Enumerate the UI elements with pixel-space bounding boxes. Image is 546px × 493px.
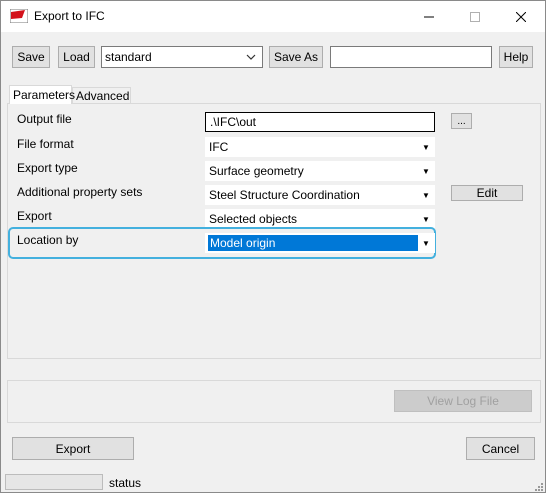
export-value: Selected objects bbox=[209, 212, 298, 226]
progress-bar bbox=[5, 474, 103, 490]
output-file-label: Output file bbox=[17, 112, 72, 126]
save-button[interactable]: Save bbox=[12, 46, 50, 68]
export-type-value: Surface geometry bbox=[209, 164, 304, 178]
view-log-button[interactable]: View Log File bbox=[394, 390, 532, 412]
preset-value: standard bbox=[105, 50, 152, 64]
chevron-down-icon bbox=[246, 54, 256, 60]
help-button[interactable]: Help bbox=[499, 46, 533, 68]
location-label: Location by bbox=[17, 233, 79, 247]
output-file-input[interactable]: .\IFC\out bbox=[205, 112, 435, 132]
close-button[interactable] bbox=[498, 1, 544, 32]
file-format-value: IFC bbox=[209, 140, 229, 154]
file-format-label: File format bbox=[17, 137, 74, 151]
minimize-icon bbox=[424, 16, 434, 17]
edit-button[interactable]: Edit bbox=[451, 185, 523, 201]
window-title: Export to IFC bbox=[34, 9, 105, 23]
dropdown-arrow-icon: ▼ bbox=[422, 142, 430, 152]
status-text: status bbox=[109, 476, 142, 490]
save-as-button[interactable]: Save As bbox=[269, 46, 323, 68]
property-sets-select[interactable]: Steel Structure Coordination ▼ bbox=[205, 185, 435, 205]
dropdown-arrow-icon: ▼ bbox=[422, 166, 430, 176]
close-icon bbox=[516, 11, 526, 22]
dropdown-arrow-icon: ▼ bbox=[422, 190, 430, 200]
dropdown-arrow-icon: ▼ bbox=[422, 214, 430, 224]
dropdown-arrow-icon: ▼ bbox=[422, 238, 430, 248]
export-type-label: Export type bbox=[17, 161, 78, 175]
cancel-button[interactable]: Cancel bbox=[466, 437, 535, 460]
location-select[interactable]: Model origin ▼ bbox=[205, 233, 435, 253]
tab-parameters[interactable]: Parameters bbox=[9, 85, 75, 104]
title-bar[interactable]: Export to IFC bbox=[1, 1, 545, 32]
browse-button[interactable]: ... bbox=[451, 113, 472, 129]
export-ifc-dialog: Export to IFC Save Load standard Save As… bbox=[0, 0, 546, 493]
load-button[interactable]: Load bbox=[58, 46, 95, 68]
file-format-select[interactable]: IFC ▼ bbox=[205, 137, 435, 157]
save-as-name-input[interactable] bbox=[330, 46, 492, 68]
minimize-button[interactable] bbox=[406, 1, 452, 32]
export-select[interactable]: Selected objects ▼ bbox=[205, 209, 435, 229]
resize-grip-icon[interactable] bbox=[533, 481, 543, 491]
property-sets-value: Steel Structure Coordination bbox=[209, 188, 360, 202]
status-bar: status bbox=[1, 471, 545, 493]
app-icon bbox=[10, 9, 28, 23]
maximize-icon bbox=[470, 11, 480, 22]
export-type-select[interactable]: Surface geometry ▼ bbox=[205, 161, 435, 181]
tab-advanced[interactable]: Advanced bbox=[72, 87, 131, 104]
maximize-button[interactable] bbox=[452, 1, 498, 32]
property-sets-label: Additional property sets bbox=[17, 185, 143, 199]
export-label: Export bbox=[17, 209, 52, 223]
preset-combo[interactable]: standard bbox=[101, 46, 263, 68]
location-value: Model origin bbox=[208, 235, 418, 251]
export-button[interactable]: Export bbox=[12, 437, 134, 460]
